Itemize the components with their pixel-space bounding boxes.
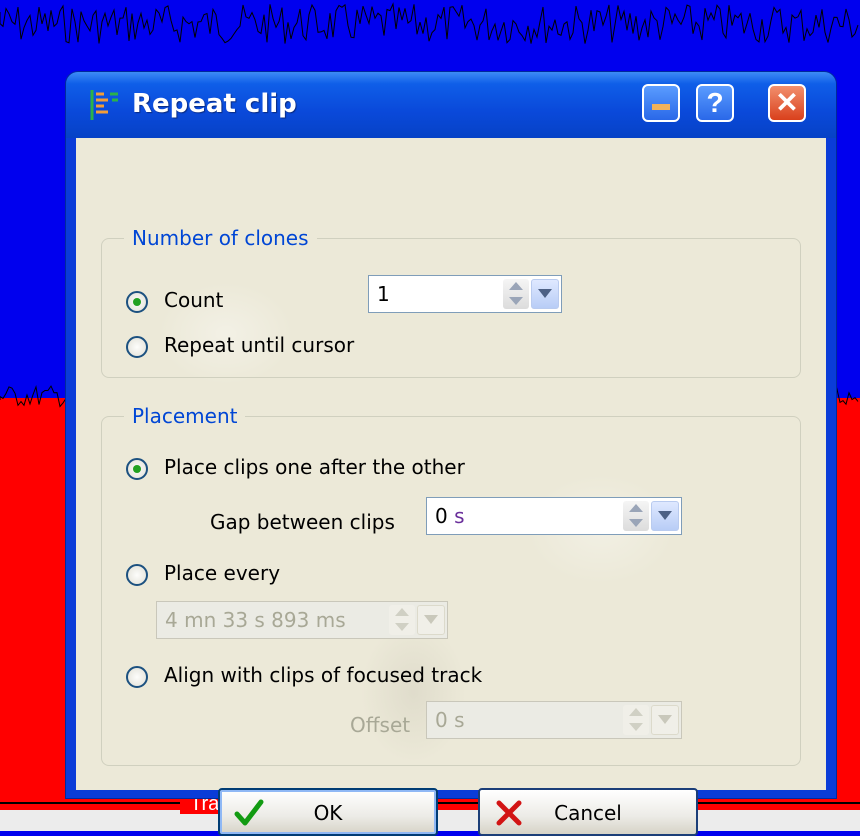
place-every-dropdown-icon[interactable]	[417, 605, 445, 635]
offset-up-down-icon[interactable]	[623, 705, 649, 735]
place-one-after-other-label[interactable]: Place clips one after the other	[164, 455, 465, 479]
offset-label: Offset	[350, 713, 411, 737]
gap-between-clips-spinbox[interactable]: 0 s	[426, 497, 682, 535]
gap-between-clips-label: Gap between clips	[210, 510, 395, 534]
count-dropdown-icon[interactable]	[531, 279, 559, 309]
number-of-clones-legend: Number of clones	[132, 226, 309, 250]
ok-label: OK	[313, 801, 343, 825]
close-icon: ✕	[775, 87, 799, 118]
dialog-title: Repeat clip	[132, 89, 297, 119]
help-button[interactable]: ?	[696, 84, 734, 122]
count-up-down-icon[interactable]	[503, 279, 529, 309]
help-icon: ?	[706, 87, 724, 118]
gap-up-down-icon[interactable]	[623, 501, 649, 531]
offset-dropdown-icon[interactable]	[651, 705, 679, 735]
ok-button[interactable]: OK	[218, 788, 438, 836]
gap-dropdown-icon[interactable]	[651, 501, 679, 531]
cancel-button[interactable]: Cancel	[478, 788, 698, 836]
cancel-label: Cancel	[554, 801, 622, 825]
offset-spinbox[interactable]: 0 s	[426, 701, 682, 739]
minimize-icon	[652, 104, 670, 110]
title-bar[interactable]: Repeat clip ? ✕	[66, 72, 836, 138]
count-value[interactable]: 1	[377, 282, 390, 306]
close-button[interactable]: ✕	[768, 84, 806, 122]
align-with-clips-radio[interactable]	[126, 666, 148, 688]
offset-value[interactable]: 0 s	[435, 708, 465, 732]
dialog-body: Number of clones Count 1 Repeat until cu…	[76, 138, 826, 836]
place-every-spinbox[interactable]: 4 mn 33 s 893 ms	[156, 601, 448, 639]
count-spinbox[interactable]: 1	[368, 275, 562, 313]
repeat-until-cursor-label[interactable]: Repeat until cursor	[164, 333, 354, 357]
repeat-clip-dialog: Repeat clip ? ✕ Number of clones Count 1…	[66, 72, 836, 836]
place-every-radio[interactable]	[126, 564, 148, 586]
align-with-clips-label[interactable]: Align with clips of focused track	[164, 663, 482, 687]
count-label[interactable]: Count	[164, 288, 223, 312]
repeat-until-cursor-radio[interactable]	[126, 336, 148, 358]
minimize-button[interactable]	[642, 84, 680, 122]
radio-selected-dot	[133, 298, 141, 306]
placement-legend: Placement	[132, 404, 238, 428]
place-every-up-down-icon[interactable]	[389, 605, 415, 635]
place-one-after-other-radio[interactable]	[126, 458, 148, 480]
repeat-clip-icon	[90, 90, 118, 120]
radio-selected-dot	[133, 465, 141, 473]
place-every-label[interactable]: Place every	[164, 561, 280, 585]
count-radio[interactable]	[126, 291, 148, 313]
gap-value[interactable]: 0 s	[435, 504, 465, 528]
place-every-value[interactable]: 4 mn 33 s 893 ms	[165, 608, 346, 632]
